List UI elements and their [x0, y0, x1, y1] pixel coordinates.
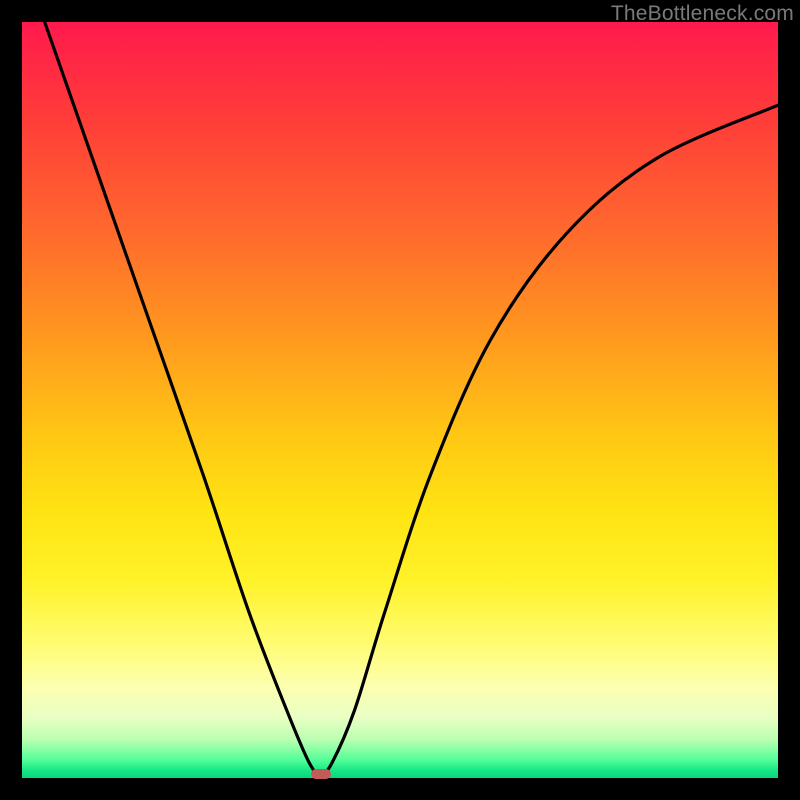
- minimum-marker: [311, 769, 331, 779]
- watermark-text: TheBottleneck.com: [611, 2, 794, 26]
- chart-curve: [22, 22, 778, 778]
